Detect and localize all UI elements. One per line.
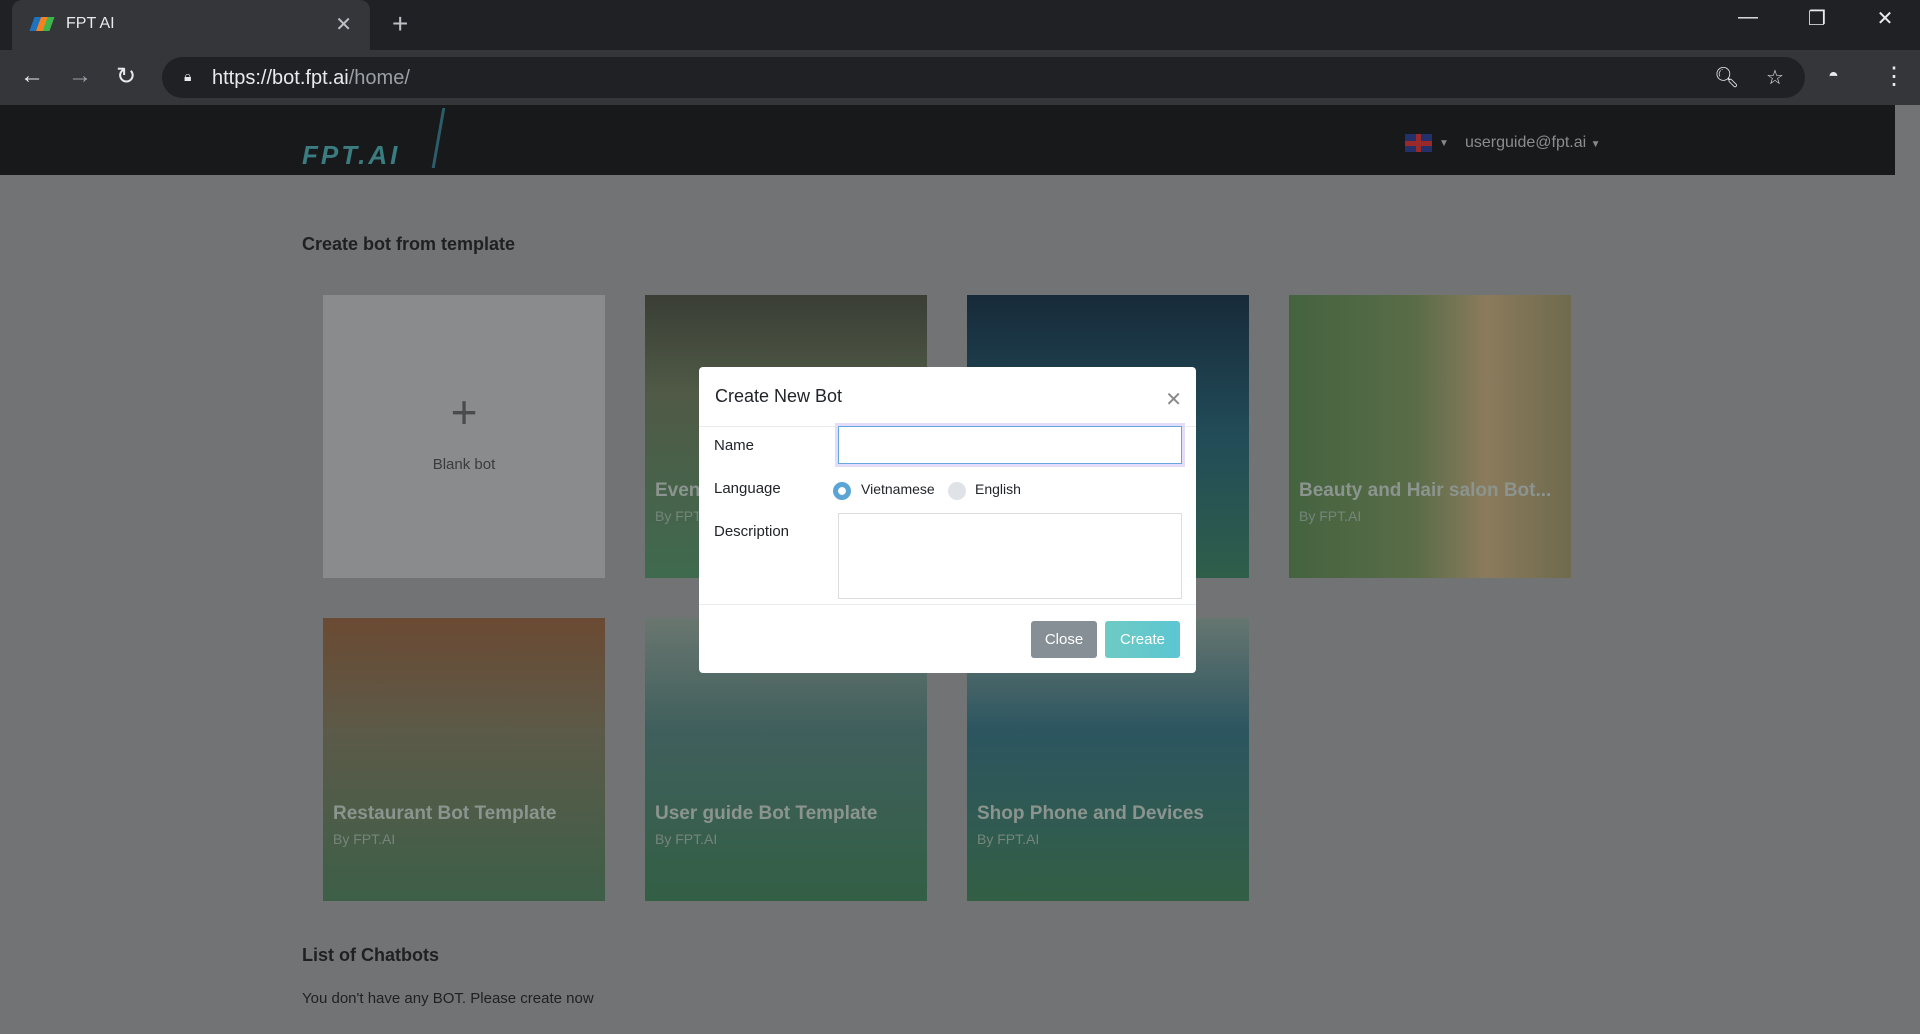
card-title: User guide Bot Template <box>655 803 878 824</box>
app-header <box>0 105 1895 175</box>
template-card[interactable]: Restaurant Bot Template By FPT.AI <box>323 618 605 901</box>
language-caret-icon[interactable]: ▼ <box>1439 138 1449 149</box>
url-path: /home/ <box>348 67 410 89</box>
lock-icon: 🔒︎ <box>184 68 192 84</box>
user-menu[interactable]: userguide@fpt.ai ▼ <box>1465 134 1601 152</box>
plus-icon: + <box>450 386 478 438</box>
blank-bot-card[interactable]: + Blank bot <box>323 295 605 578</box>
blank-bot-label: Blank bot <box>432 456 496 473</box>
create-bot-dialog: Create New Bot ✕ Name Language Vietnames… <box>699 367 1196 673</box>
bookmark-star-icon[interactable]: ☆ <box>1766 65 1784 90</box>
back-icon[interactable]: ← <box>20 62 44 90</box>
address-bar: ← → ↻ 🔒︎ https://bot.fpt.ai/home/ 🔍︎ ☆ ◓… <box>0 50 1920 105</box>
tab-title: FPT AI <box>66 15 115 32</box>
scrollbar[interactable] <box>1895 105 1920 1034</box>
description-textarea[interactable] <box>838 513 1182 599</box>
description-label: Description <box>714 523 790 540</box>
template-card[interactable]: Beauty and Hair salon Bot... By FPT.AI <box>1289 295 1571 578</box>
templates-heading: Create bot from template <box>302 234 516 254</box>
empty-chatbots-message: You don't have any BOT. Please create no… <box>302 990 594 1007</box>
card-author: By FPT.AI <box>1299 508 1362 524</box>
close-button[interactable]: Close <box>1031 621 1097 658</box>
card-title: Even <box>655 480 701 501</box>
vietnamese-radio[interactable] <box>833 482 851 500</box>
menu-icon[interactable]: ⋮ <box>1882 62 1906 91</box>
reload-icon[interactable]: ↻ <box>116 62 136 91</box>
uk-flag-icon[interactable] <box>1405 134 1432 152</box>
close-tab-icon[interactable]: ✕ <box>335 12 352 37</box>
card-author: By FPT.AI <box>333 831 396 847</box>
user-caret-icon: ▼ <box>1590 139 1601 150</box>
fpt-favicon-icon <box>29 17 55 31</box>
minimize-icon[interactable]: — <box>1728 6 1768 29</box>
card-author: By FPT.AI <box>977 831 1040 847</box>
dialog-title: Create New Bot <box>715 386 843 406</box>
url-scheme: https:// <box>212 67 273 89</box>
url-host: bot.fpt.ai <box>272 67 349 89</box>
language-label: Language <box>714 480 781 497</box>
close-window-icon[interactable]: ✕ <box>1865 6 1905 31</box>
card-title: Restaurant Bot Template <box>333 803 557 824</box>
restore-icon[interactable]: ❐ <box>1797 6 1837 31</box>
fpt-ai-logo[interactable]: FPT.AI <box>302 140 400 171</box>
card-author: By FPT.AI <box>655 831 718 847</box>
browser-tab-bar: FPT AI ✕ + — ❐ ✕ <box>0 0 1920 50</box>
url-field[interactable]: 🔒︎ https://bot.fpt.ai/home/ 🔍︎ ☆ <box>162 57 1805 98</box>
card-author: By FPT <box>655 508 702 524</box>
vietnamese-label[interactable]: Vietnamese <box>861 481 935 497</box>
divider <box>699 604 1196 605</box>
zoom-icon[interactable]: 🔍︎ <box>1714 65 1739 90</box>
name-input[interactable] <box>838 426 1182 464</box>
create-button[interactable]: Create <box>1105 621 1180 658</box>
new-tab-icon[interactable]: + <box>392 8 408 40</box>
incognito-icon[interactable]: ◓ <box>1828 65 1839 86</box>
chatbots-heading: List of Chatbots <box>302 945 439 965</box>
forward-icon[interactable]: → <box>68 62 92 90</box>
english-radio[interactable] <box>948 482 966 500</box>
card-title: Shop Phone and Devices <box>977 803 1204 824</box>
close-dialog-icon[interactable]: ✕ <box>1165 387 1182 412</box>
browser-tab[interactable]: FPT AI ✕ <box>12 0 370 50</box>
name-label: Name <box>714 437 755 454</box>
english-label[interactable]: English <box>975 481 1021 497</box>
user-email: userguide@fpt.ai <box>1465 134 1587 151</box>
card-title: Beauty and Hair salon Bot... <box>1299 480 1552 501</box>
